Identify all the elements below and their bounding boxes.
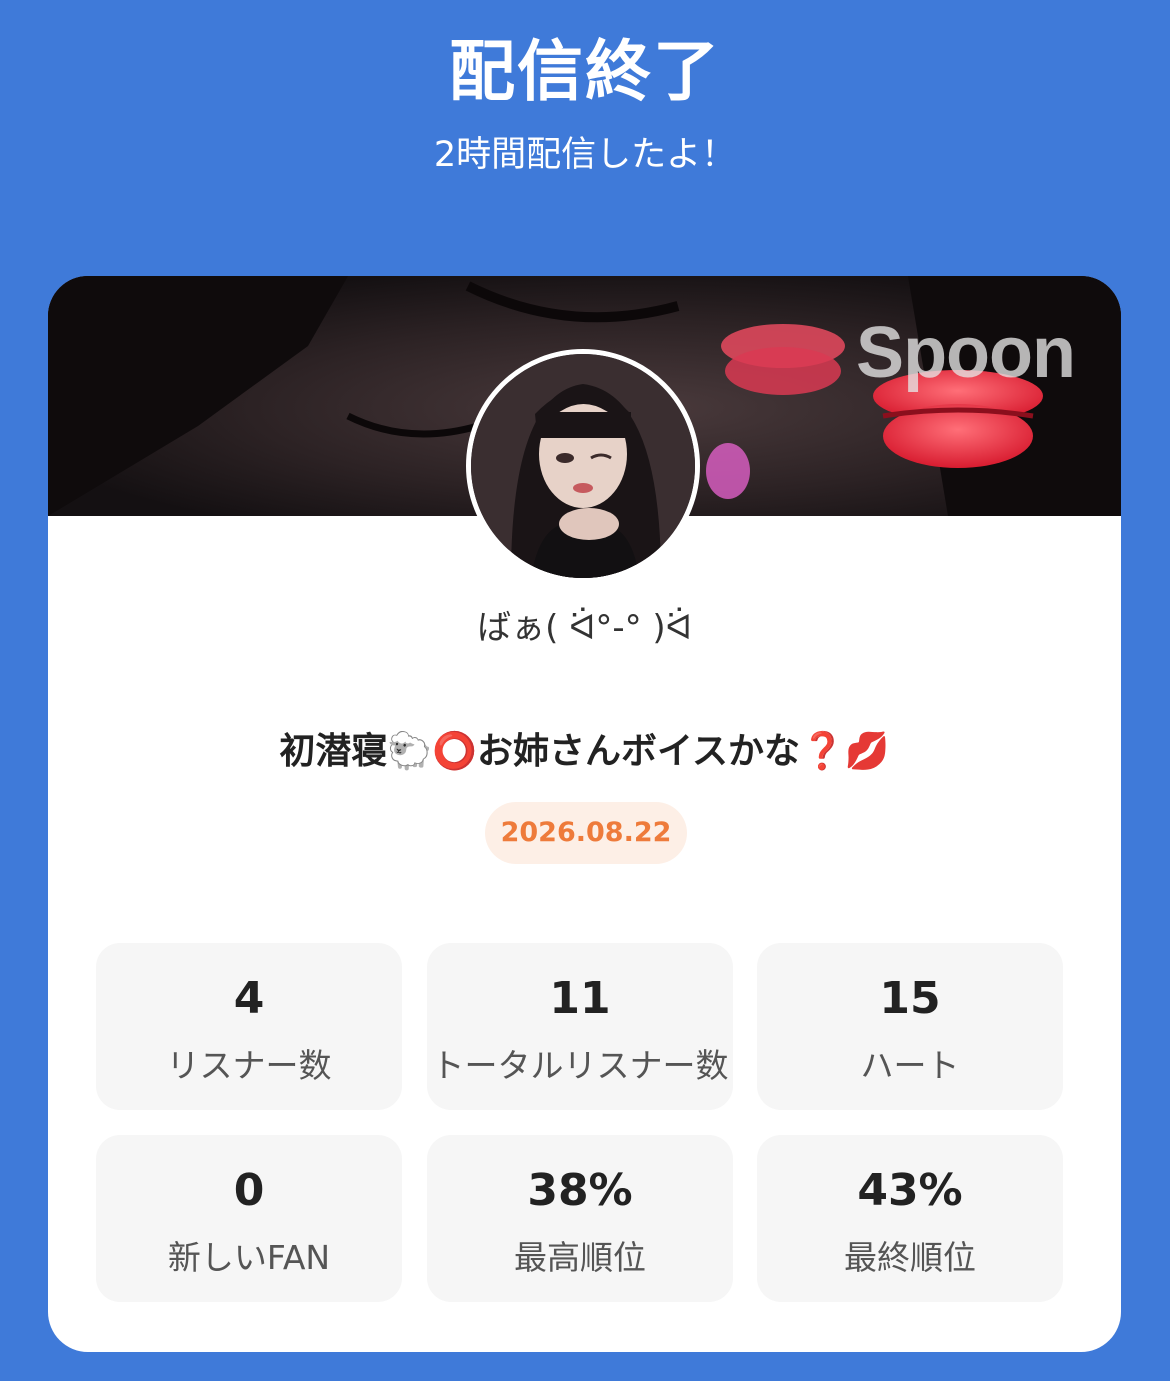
username: ばぁ( ᐛ°-° )ᐛ	[477, 608, 692, 648]
date-badge: 2026.08.22	[485, 802, 687, 864]
stat-label: 新しいFAN	[167, 1238, 331, 1277]
stat-label: リスナー数	[166, 1046, 332, 1085]
stat-final-rank: 43% 最終順位	[757, 1135, 1063, 1302]
stat-label: ハート	[860, 1046, 960, 1085]
stat-label: 最高順位	[514, 1238, 646, 1277]
live-title: 初潜寝🐑⭕お姉さんボイスかな❓💋	[279, 731, 890, 772]
stat-value: 15	[879, 973, 941, 1024]
avatar	[466, 349, 700, 583]
stat-value: 11	[549, 973, 611, 1024]
stat-highest-rank: 38% 最高順位	[427, 1135, 733, 1302]
stat-listeners: 4 リスナー数	[96, 943, 402, 1110]
page-title: 配信終了	[449, 33, 721, 110]
stat-hearts: 15 ハート	[757, 943, 1063, 1110]
page-subtitle: 2時間配信したよ！	[433, 135, 737, 175]
stat-label: トータルリスナー数	[431, 1046, 729, 1085]
spoon-logo: Spoon	[856, 313, 1076, 393]
stat-value: 43%	[857, 1165, 963, 1216]
stat-total-listeners: 11 トータルリスナー数	[427, 943, 733, 1110]
stat-label: 最終順位	[844, 1238, 976, 1277]
stat-value: 38%	[527, 1165, 633, 1216]
live-summary-card: Spoon ばぁ( ᐛ°-° )ᐛ 初潜寝🐑⭕お姉さんボイスかな❓💋 2026.…	[48, 276, 1121, 1352]
stat-new-fans: 0 新しいFAN	[96, 1135, 402, 1302]
stat-value: 0	[233, 1165, 265, 1216]
stat-value: 4	[233, 973, 265, 1024]
